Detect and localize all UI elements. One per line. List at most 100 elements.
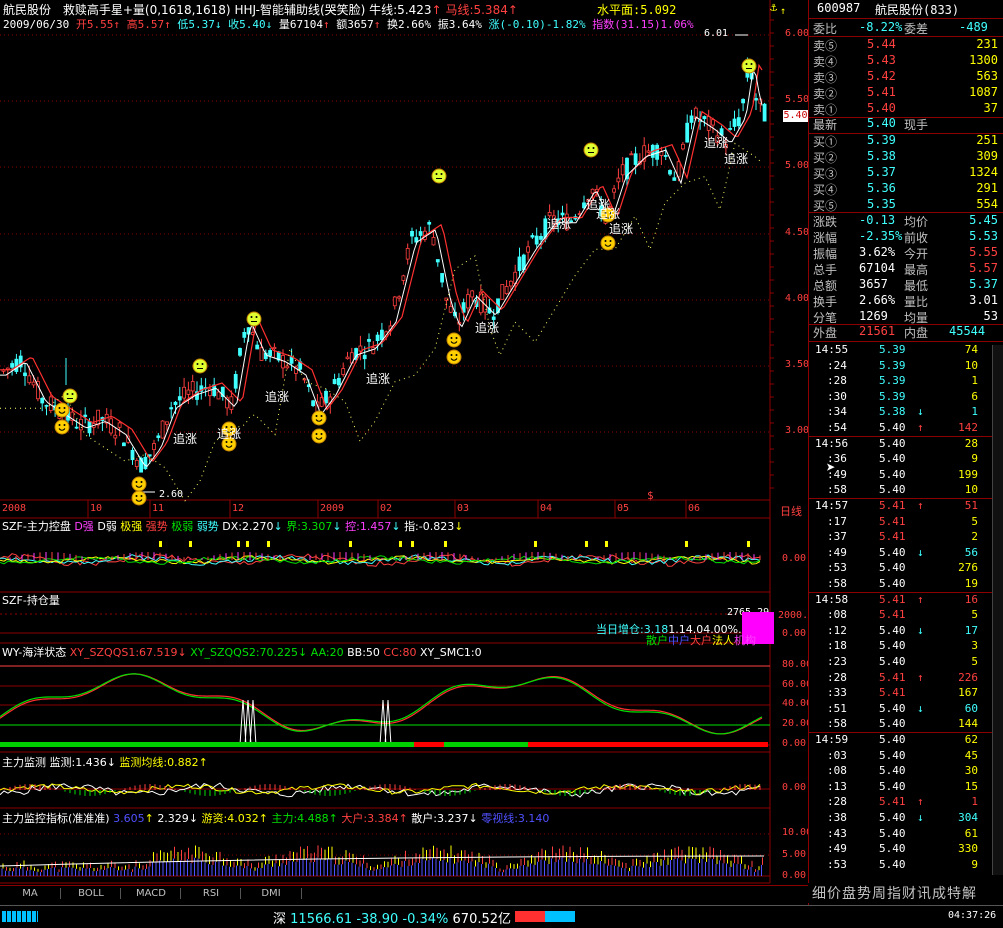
- tick-direction: ↓: [917, 811, 924, 824]
- candle: [289, 356, 294, 364]
- panel3-szqqs2: XY_SZQQS2:70.225: [190, 646, 299, 659]
- tick-direction: ↑: [917, 592, 924, 606]
- tick-price: 5.38: [879, 405, 906, 419]
- tick-price: 5.41: [879, 608, 906, 622]
- ask-row[interactable]: 卖④ 5.43 1300: [809, 53, 1003, 70]
- status-amount: 670.52亿: [452, 912, 512, 927]
- candle: [762, 103, 767, 122]
- tick-time: :23: [827, 655, 847, 668]
- tick-time: :49: [827, 842, 847, 856]
- candle: [113, 434, 118, 439]
- panel4-title[interactable]: 主力监测: [2, 756, 46, 769]
- tick-price: 5.40: [879, 483, 906, 497]
- price-axis-tick: 4.00: [785, 293, 810, 304]
- tick-row: :34 5.38 ↓ 1: [809, 405, 1003, 422]
- panel1-jiruo: 极弱: [171, 520, 194, 533]
- panel1-qiangshi: 强势: [145, 520, 168, 533]
- bar-index: 指数(31.15)1.06%: [592, 18, 694, 31]
- panel1-dqiang: D强: [74, 520, 94, 533]
- panel1-dx: DX:2.270: [222, 520, 274, 533]
- smile-face-icon: [311, 410, 327, 426]
- tab-dmi[interactable]: DMI: [240, 888, 302, 899]
- tick-row: :13 5.40 15: [809, 780, 1003, 797]
- tick-time: :28: [827, 670, 847, 684]
- ask-price: 5.40: [867, 101, 896, 115]
- candle: [182, 386, 187, 399]
- bar-open: 开5.55: [75, 18, 114, 31]
- outer-label: 外盘: [813, 326, 838, 340]
- candle: [311, 400, 316, 406]
- chart-area[interactable]: [0, 0, 808, 885]
- bid-row[interactable]: 买④ 5.36 291: [809, 181, 1003, 198]
- panel3-title[interactable]: WY-海洋状态: [2, 646, 66, 659]
- tick-volume: 15: [964, 779, 978, 793]
- smile-face-icon: [446, 332, 462, 348]
- panel1-title[interactable]: SZF-主力控盘: [2, 520, 71, 533]
- bid-row[interactable]: 买② 5.38 309: [809, 149, 1003, 166]
- ask-row[interactable]: 卖⑤ 5.44 231: [809, 37, 1003, 54]
- panel5-sanhu: 散户:3.237: [411, 812, 469, 825]
- tick-row: 14:59 5.40 62: [809, 732, 1003, 750]
- tab-rsi[interactable]: RSI: [180, 888, 241, 899]
- bid-volume: 1324: [969, 165, 998, 179]
- smile-face-icon: [131, 476, 147, 492]
- panel3-aa: AA:20: [310, 646, 344, 659]
- ask-row[interactable]: 卖② 5.41 1087: [809, 85, 1003, 102]
- candle: [255, 344, 260, 350]
- max-price-label: 6.01: [704, 28, 729, 39]
- bid-row[interactable]: 买① 5.39 251: [809, 133, 1003, 150]
- zhuizhang-label: 追涨: [475, 321, 500, 335]
- tick-time: 14:59: [815, 733, 849, 746]
- tick-price: 5.40: [879, 623, 906, 637]
- tick-row: :23 5.40 5: [809, 655, 1003, 672]
- tab-macd[interactable]: MACD: [120, 888, 181, 899]
- tick-direction: ↓: [917, 545, 924, 559]
- panel5-title[interactable]: 主力监控指标(准准准): [2, 812, 110, 825]
- tick-volume: 60: [964, 701, 978, 715]
- tick-price: 5.40: [879, 639, 906, 653]
- panel2-axis-top: 2000.: [778, 610, 809, 621]
- quote-bottom-tabs[interactable]: 细价盘势周指财讯成特解: [808, 883, 1003, 903]
- tick-direction: ↑: [917, 670, 924, 684]
- bid-row[interactable]: 买③ 5.37 1324: [809, 165, 1003, 182]
- tick-price: 5.39: [879, 374, 906, 388]
- tick-row: :49 5.40 199: [809, 468, 1003, 485]
- tick-volume: 45: [964, 748, 978, 762]
- candle: [500, 284, 505, 300]
- mouse-cursor-icon: ➤: [826, 458, 836, 477]
- tick-price: 5.41: [879, 514, 906, 528]
- tab-boll[interactable]: BOLL: [60, 888, 121, 899]
- candle: [465, 294, 470, 309]
- panel5-axis-5: 5.00: [782, 849, 807, 860]
- stat-label: 前收: [904, 231, 929, 245]
- bid-label: 买①: [813, 135, 838, 149]
- tab-ma[interactable]: MA: [0, 888, 60, 899]
- candle: [216, 391, 221, 400]
- ask-row[interactable]: 卖③ 5.42 563: [809, 69, 1003, 86]
- tick-scrollbar[interactable]: [992, 345, 1003, 875]
- stat-label: 总额: [813, 279, 838, 293]
- tick-time: :17: [827, 514, 847, 528]
- formula-name[interactable]: 救赎高手星+量: [63, 3, 145, 17]
- candle: [728, 128, 733, 130]
- panel2-title[interactable]: SZF-持仓量: [2, 592, 60, 608]
- status-change: -38.90: [356, 912, 399, 927]
- stat-value: 5.57: [969, 261, 998, 275]
- tick-row: 14:57 5.41 ↑ 51: [809, 498, 1003, 516]
- arrow-up-icon: ↑: [780, 6, 787, 17]
- quote-tab-strip[interactable]: 细价盘势周指财讯成特解: [812, 883, 977, 903]
- candle: [629, 153, 634, 156]
- weibi-label: 委比: [813, 22, 838, 36]
- bid-label: 买②: [813, 151, 838, 165]
- tick-row: :03 5.40 45: [809, 749, 1003, 766]
- zhuizhang-label: 追涨: [704, 136, 729, 150]
- period-daily[interactable]: 日线: [780, 503, 802, 519]
- neutral-face-icon: [431, 168, 447, 184]
- tick-time: :12: [827, 623, 847, 637]
- ask-volume: 1300: [969, 53, 998, 67]
- candle: [367, 338, 371, 342]
- panel1-jie: 界:3.307: [286, 520, 333, 533]
- tick-row: :24 5.39 10: [809, 359, 1003, 376]
- price-axis-tick: 4.50: [785, 227, 810, 238]
- tick-direction: ↓: [917, 701, 924, 715]
